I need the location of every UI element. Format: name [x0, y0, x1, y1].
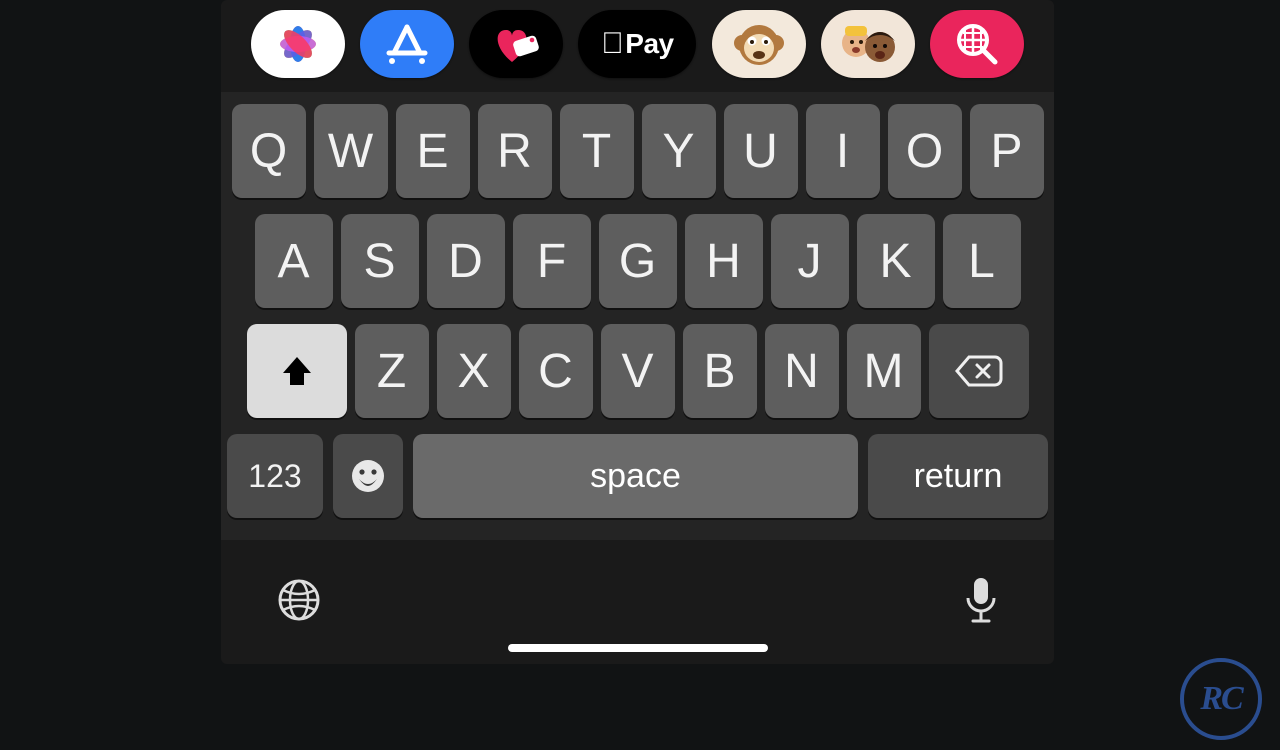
- imessage-app-strip: Pay: [221, 0, 1054, 92]
- key-l[interactable]: L: [943, 214, 1021, 308]
- key-u[interactable]: U: [724, 104, 798, 198]
- key-b[interactable]: B: [683, 324, 757, 418]
- home-indicator[interactable]: [508, 644, 768, 652]
- app-store-icon: [382, 19, 432, 69]
- hashtag-images-button[interactable]: [930, 10, 1024, 78]
- key-h[interactable]: H: [685, 214, 763, 308]
- app-store-button[interactable]: [360, 10, 454, 78]
- shift-icon: [277, 351, 317, 391]
- memoji-monkey-button[interactable]: [712, 10, 806, 78]
- backspace-icon: [955, 353, 1003, 389]
- shift-key[interactable]: [247, 324, 347, 418]
- key-a[interactable]: A: [255, 214, 333, 308]
- apple-pay-button[interactable]: Pay: [578, 10, 696, 78]
- keyboard-row-3: Z X C V B N M: [227, 324, 1048, 418]
- globe-button[interactable]: [275, 576, 323, 624]
- watermark-text: RC: [1200, 680, 1241, 718]
- key-i[interactable]: I: [806, 104, 880, 198]
- space-key[interactable]: space: [413, 434, 858, 518]
- key-q[interactable]: Q: [232, 104, 306, 198]
- key-m[interactable]: M: [847, 324, 921, 418]
- return-key[interactable]: return: [868, 434, 1048, 518]
- key-j[interactable]: J: [771, 214, 849, 308]
- apple-logo-icon: : [601, 29, 623, 59]
- emoji-icon: [348, 456, 388, 496]
- keyboard-row-4: 123 space return: [227, 434, 1048, 518]
- key-d[interactable]: D: [427, 214, 505, 308]
- key-r[interactable]: R: [478, 104, 552, 198]
- keyboard-footer: [221, 540, 1054, 636]
- fitness-plus-button[interactable]: [469, 10, 563, 78]
- heart-tag-icon: [488, 20, 544, 68]
- monkey-memoji-icon: [730, 15, 788, 73]
- backspace-key[interactable]: [929, 324, 1029, 418]
- key-y[interactable]: Y: [642, 104, 716, 198]
- key-f[interactable]: F: [513, 214, 591, 308]
- search-grid-icon: [953, 20, 1001, 68]
- dictation-button[interactable]: [962, 574, 1000, 626]
- people-memoji-icon: [836, 17, 900, 71]
- key-e[interactable]: E: [396, 104, 470, 198]
- key-v[interactable]: V: [601, 324, 675, 418]
- globe-icon: [275, 576, 323, 624]
- key-s[interactable]: S: [341, 214, 419, 308]
- microphone-icon: [962, 574, 1000, 626]
- key-p[interactable]: P: [970, 104, 1044, 198]
- ios-keyboard: Q W E R T Y U I O P A S D F G H J K L Z: [221, 92, 1054, 540]
- memoji-people-button[interactable]: [821, 10, 915, 78]
- phone-frame: Pay: [221, 0, 1054, 664]
- photos-icon: [275, 21, 321, 67]
- key-z[interactable]: Z: [355, 324, 429, 418]
- keyboard-row-1: Q W E R T Y U I O P: [227, 104, 1048, 198]
- apple-pay-label: Pay: [601, 28, 673, 60]
- key-x[interactable]: X: [437, 324, 511, 418]
- photos-app-button[interactable]: [251, 10, 345, 78]
- key-c[interactable]: C: [519, 324, 593, 418]
- emoji-key[interactable]: [333, 434, 403, 518]
- key-o[interactable]: O: [888, 104, 962, 198]
- keyboard-row-2: A S D F G H J K L: [227, 214, 1048, 308]
- key-t[interactable]: T: [560, 104, 634, 198]
- numbers-key[interactable]: 123: [227, 434, 323, 518]
- key-w[interactable]: W: [314, 104, 388, 198]
- key-k[interactable]: K: [857, 214, 935, 308]
- key-g[interactable]: G: [599, 214, 677, 308]
- watermark-badge: RC: [1180, 658, 1262, 740]
- key-n[interactable]: N: [765, 324, 839, 418]
